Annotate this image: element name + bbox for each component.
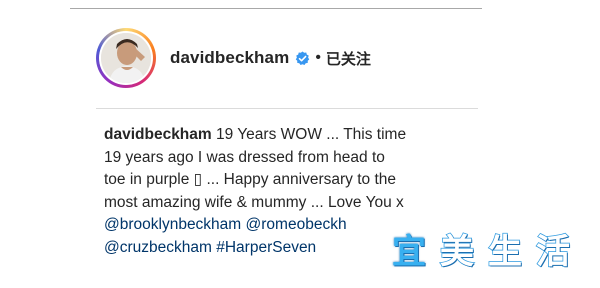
separator-dot: •	[315, 49, 321, 66]
avatar-photo-icon	[101, 33, 151, 83]
hashtag-link[interactable]: #HarperSeven	[216, 239, 316, 256]
mention-link[interactable]: @brooklynbeckham	[104, 216, 241, 233]
verified-badge-icon	[295, 50, 310, 66]
caption-author-link[interactable]: davidbeckham	[104, 126, 212, 143]
caption-text: 19 Years WOW ... This time	[211, 126, 407, 143]
caption-line: davidbeckham 19 Years WOW ... This time	[104, 124, 474, 147]
watermark-char: 活	[535, 231, 571, 273]
post-header: davidbeckham • 已关注	[96, 20, 476, 96]
watermark-logo: 宜 美 生 活	[386, 231, 576, 273]
watermark-char: 生	[487, 231, 523, 273]
avatar[interactable]	[101, 33, 151, 83]
story-ring[interactable]	[96, 28, 156, 88]
caption-line: toe in purple ▯ ... Happy anniversary to…	[104, 171, 396, 188]
user-row: davidbeckham • 已关注	[170, 48, 371, 69]
top-divider	[70, 8, 482, 9]
caption-line: 19 years ago I was dressed from head to	[104, 148, 385, 166]
watermark-char: 美	[439, 231, 475, 273]
username-link[interactable]: davidbeckham	[170, 48, 289, 68]
caption-line: most amazing wife & mummy ... Love You x	[104, 193, 404, 211]
watermark-char: 宜	[391, 231, 427, 273]
mention-link[interactable]: @cruzbeckham	[104, 239, 212, 256]
following-button[interactable]: 已关注	[326, 48, 371, 69]
instagram-post: davidbeckham • 已关注 davidbeckham 19 Years…	[0, 0, 600, 288]
mention-link[interactable]: @romeobeckh	[246, 216, 347, 233]
header-divider	[96, 108, 478, 109]
